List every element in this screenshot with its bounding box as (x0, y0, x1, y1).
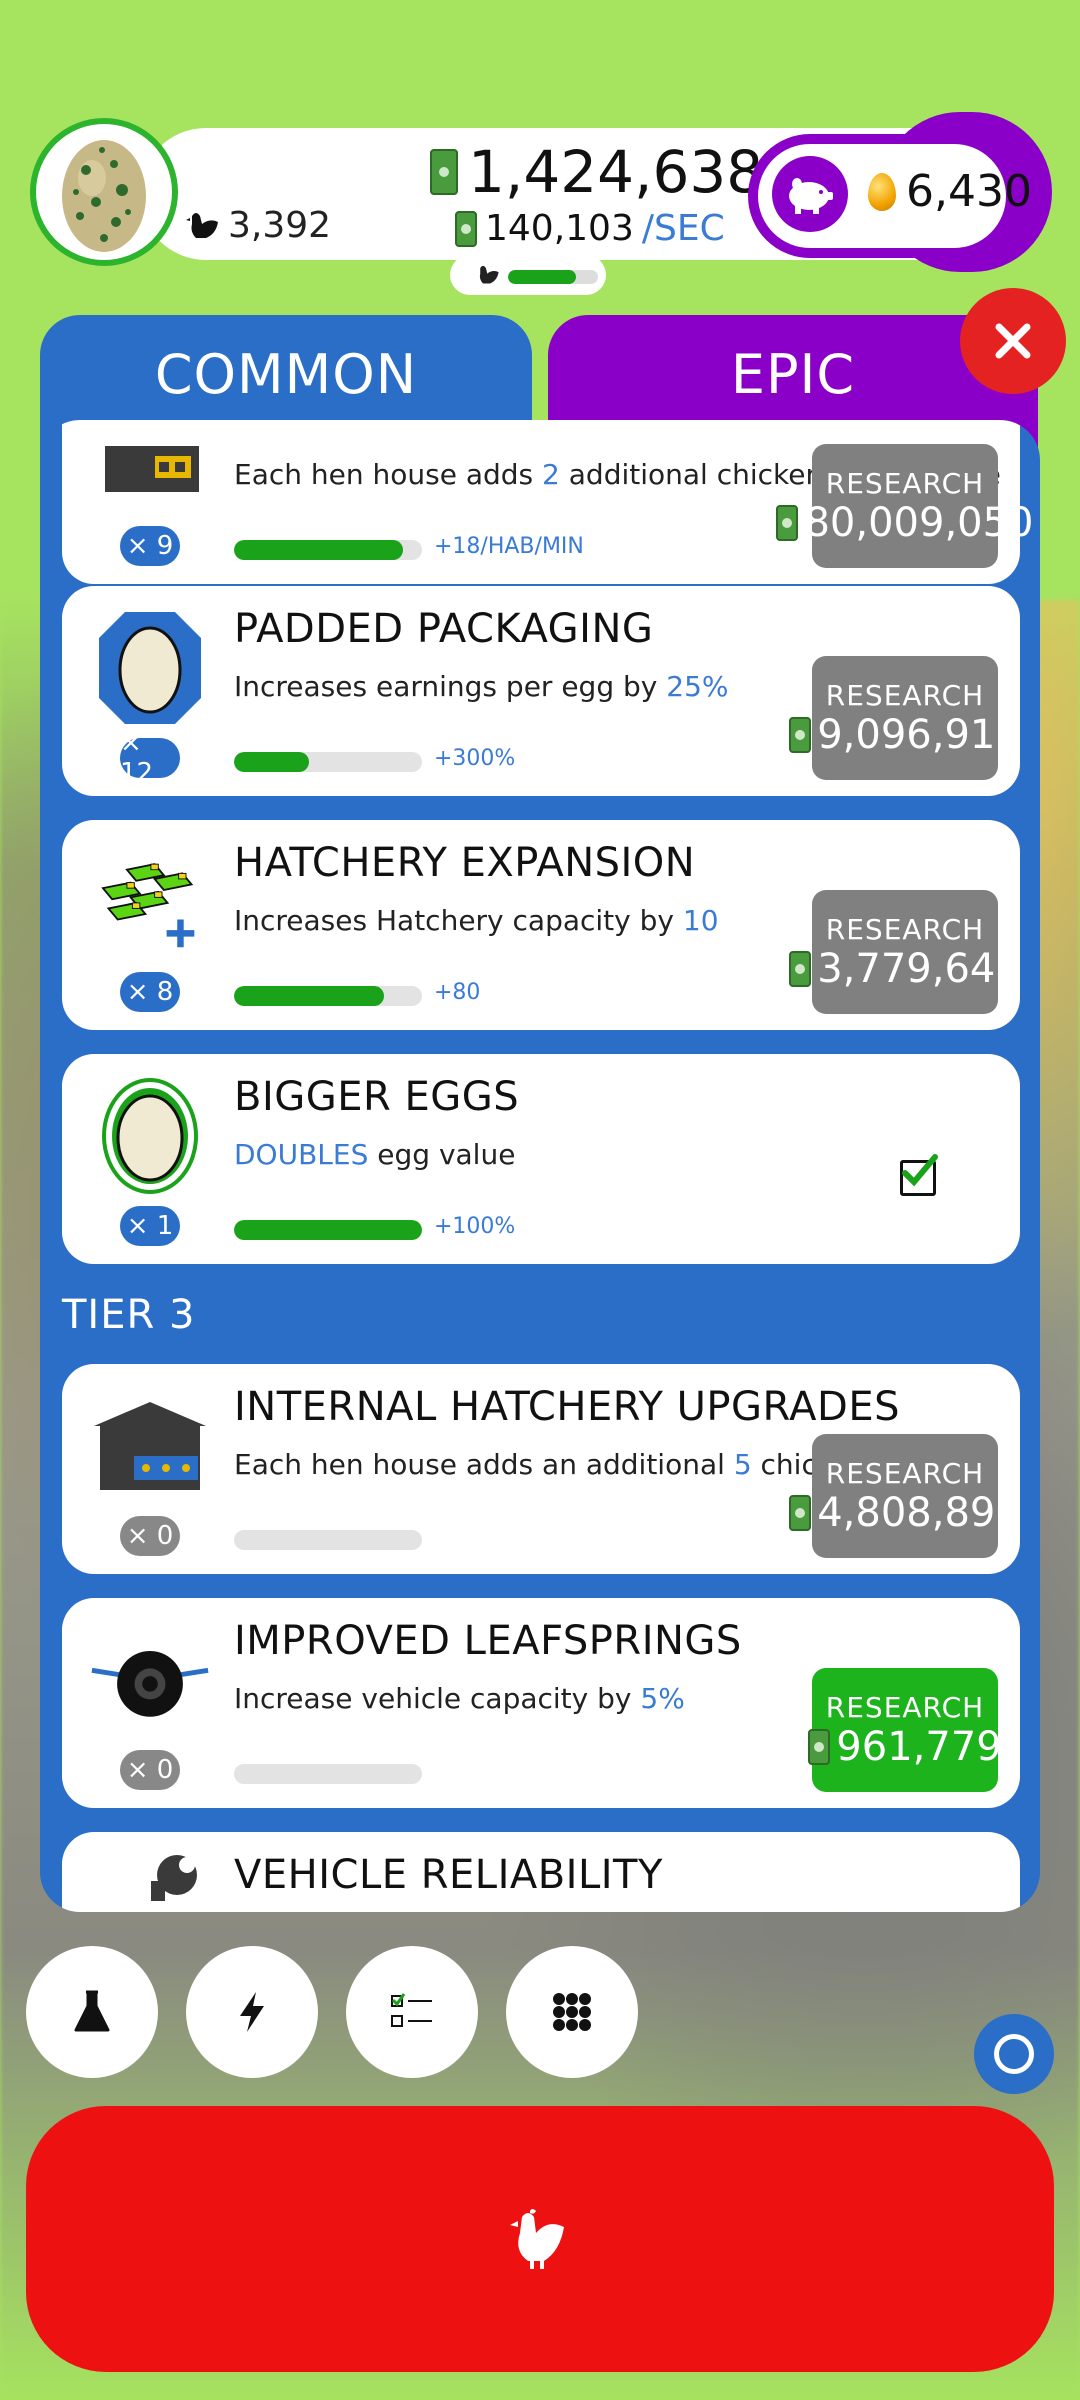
research-level: × 0 (120, 1516, 180, 1556)
research-progress-bar (234, 1764, 422, 1784)
research-progress-label: +18/HAB/MIN (434, 534, 584, 559)
boosts-button[interactable] (186, 1946, 318, 2078)
research-button-nav[interactable] (26, 1946, 158, 2078)
research-level: × 9 (120, 526, 180, 566)
menu-button[interactable] (506, 1946, 638, 2078)
research-title: VEHICLE RELIABILITY (234, 1852, 663, 1898)
camera-toggle-button[interactable] (974, 2014, 1054, 2094)
research-progress-bar (234, 1530, 422, 1550)
checkmark-icon (902, 1154, 938, 1187)
research-title: IMPROVED LEAFSPRINGS (234, 1618, 742, 1664)
research-progress-bar (234, 540, 422, 560)
research-description: Increase vehicle capacity by 5% (234, 1682, 685, 1715)
research-button[interactable]: RESEARCH 9,096,915 (789, 656, 1021, 780)
tier-3-heading: TIER 3 (62, 1292, 196, 1338)
speckled-egg-icon (62, 140, 146, 252)
chicken-icon (510, 2209, 564, 2269)
egg-type-button[interactable] (30, 118, 178, 266)
cash-icon (789, 950, 812, 987)
research-button[interactable]: RESEARCH 4,808,898 (789, 1434, 1021, 1558)
chicken-count: 3,392 (186, 205, 331, 246)
cash-icon (808, 1728, 831, 1765)
cash-icon (789, 1494, 812, 1531)
hatchery-beds-icon (90, 842, 210, 962)
research-list[interactable]: × 9 Each hen house adds 2 additional chi… (40, 420, 1040, 1912)
research-card-vehicle-reliability: VEHICLE RELIABILITY (62, 1832, 1020, 1912)
research-progress-bar (234, 752, 422, 772)
cash-icon (789, 716, 812, 753)
cash-rate: 140,103/SEC (455, 208, 725, 249)
hen-house-icon (90, 1386, 210, 1506)
research-level: × 8 (120, 972, 180, 1012)
hatch-chicken-button[interactable] (26, 2106, 1054, 2372)
research-progress-label: +80 (434, 980, 481, 1005)
research-progress-label: +100% (434, 1214, 516, 1239)
cash-icon (776, 504, 799, 541)
piggy-bank-button[interactable] (772, 156, 848, 232)
missions-button[interactable] (346, 1946, 478, 2078)
golden-egg-icon (868, 172, 896, 211)
research-card-padded-packaging: × 12 PADDED PACKAGING Increases earnings… (62, 586, 1021, 796)
small-chicken-icon (479, 265, 499, 284)
research-button[interactable]: RESEARCH 80,009,050 (776, 444, 1034, 568)
research-title: BIGGER EGGS (234, 1074, 520, 1120)
research-card-internal-hatchery-upgrades: × 0 INTERNAL HATCHERY UPGRADES Each hen … (62, 1364, 1021, 1574)
missions-checklist-icon (391, 1993, 432, 2027)
research-title: PADDED PACKAGING (234, 606, 654, 652)
big-egg-icon (90, 1076, 210, 1196)
research-button[interactable]: RESEARCH 3,779,646 (789, 890, 1021, 1014)
research-progress-label: +300% (434, 746, 516, 771)
ring-icon (994, 2034, 1034, 2074)
menu-grid-icon (553, 1993, 591, 2031)
cash-total: 1,424,638 (430, 138, 763, 206)
cash-icon (430, 149, 458, 195)
close-button[interactable] (960, 288, 1066, 394)
research-level: × 12 (120, 728, 180, 788)
research-level: × 1 (120, 1206, 180, 1246)
research-description: Increases earnings per egg by 25% (234, 670, 729, 703)
egg-packaging-icon (90, 608, 210, 728)
piggy-bank-icon (789, 178, 833, 214)
research-description: DOUBLES egg value (234, 1138, 516, 1171)
hab-capacity-bar (508, 270, 598, 284)
chicken-icon (186, 212, 218, 238)
research-card-improved-leafsprings: × 0 IMPROVED LEAFSPRINGS Increase vehicl… (62, 1598, 1020, 1808)
research-title: INTERNAL HATCHERY UPGRADES (234, 1384, 900, 1430)
research-description: Increases Hatchery capacity by 10 (234, 904, 719, 937)
research-panel[interactable]: × 9 Each hen house adds 2 additional chi… (40, 420, 1040, 1912)
golden-egg-count: 6,430 (868, 166, 1032, 217)
wrench-icon (142, 1846, 202, 1906)
research-progress-bar (234, 986, 422, 1006)
completed-checkbox (900, 1154, 938, 1196)
boost-lightning-icon (240, 1992, 264, 2032)
research-progress-bar (234, 1220, 422, 1240)
research-flask-icon (74, 1990, 110, 2032)
research-title: HATCHERY EXPANSION (234, 840, 696, 886)
research-card: × 9 Each hen house adds 2 additional chi… (62, 420, 1034, 584)
research-level: × 0 (120, 1750, 180, 1790)
close-icon (995, 323, 1031, 359)
cash-icon (455, 210, 477, 247)
research-card-hatchery-expansion: × 8 HATCHERY EXPANSION Increases Hatcher… (62, 820, 1021, 1030)
hen-house-icon (90, 420, 210, 516)
wheel-icon (90, 1620, 210, 1740)
research-button[interactable]: RESEARCH 961,779 (808, 1668, 1002, 1792)
research-card-bigger-eggs: × 1 BIGGER EGGS DOUBLES egg value +100% (62, 1054, 1020, 1264)
